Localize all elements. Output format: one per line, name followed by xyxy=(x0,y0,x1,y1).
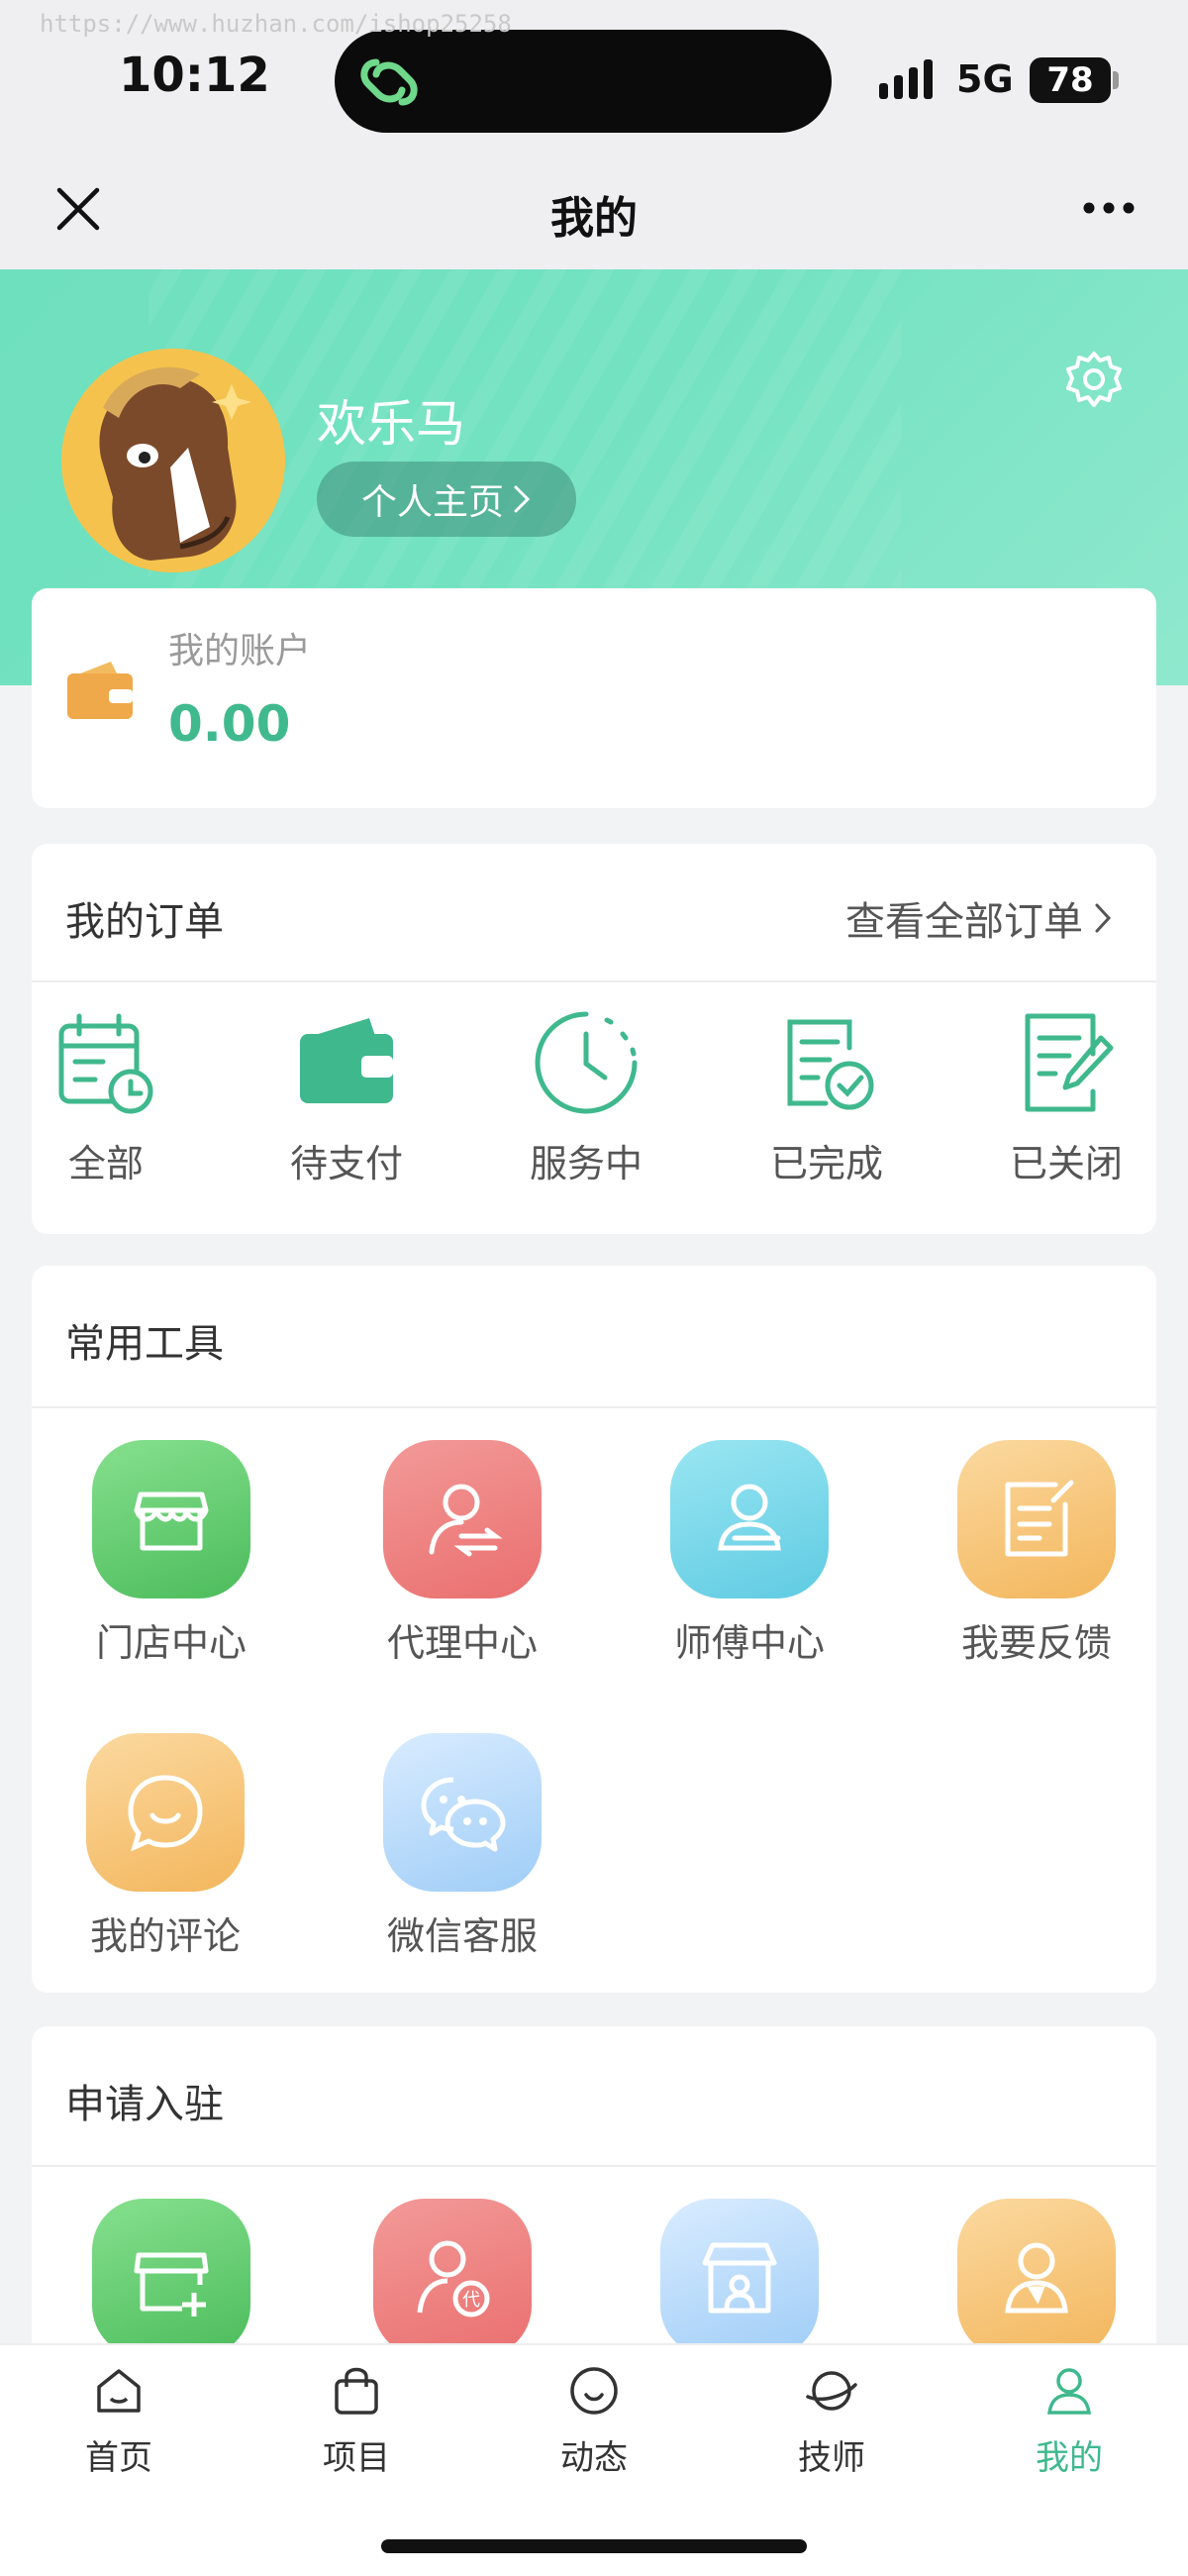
signal-icon xyxy=(879,59,933,99)
shop-front-icon xyxy=(702,2242,777,2314)
order-completed[interactable]: 已完成 xyxy=(742,1008,911,1187)
worker-icon xyxy=(1005,2242,1068,2314)
orders-title: 我的订单 xyxy=(65,899,224,945)
horse-avatar-icon xyxy=(61,349,285,572)
view-all-orders-link[interactable]: 查看全部订单 xyxy=(845,889,1113,947)
apply-worker[interactable] xyxy=(933,2199,1140,2357)
tool-store-center-label: 门店中心 xyxy=(95,1621,247,1665)
tab-moments-label: 动态 xyxy=(560,2438,628,2478)
store-add-tile xyxy=(92,2199,250,2357)
divider xyxy=(32,1406,1156,1408)
tool-my-comments-label: 我的评论 xyxy=(89,1914,241,1958)
apply-store[interactable] xyxy=(67,2199,275,2357)
tool-agent-center-label: 代理中心 xyxy=(386,1621,538,1665)
divider xyxy=(32,2165,1156,2167)
order-in-service-label: 服务中 xyxy=(529,1142,643,1185)
order-in-service[interactable]: 服务中 xyxy=(502,1008,670,1187)
order-closed-label: 已关闭 xyxy=(1009,1142,1123,1185)
master-tile xyxy=(670,1440,829,1598)
chevron-right-icon xyxy=(1095,903,1112,933)
home-indicator[interactable] xyxy=(381,2539,807,2553)
order-pending-payment[interactable]: 待支付 xyxy=(262,1008,431,1187)
tools-title: 常用工具 xyxy=(65,1321,224,1367)
face-icon xyxy=(570,2367,618,2415)
chevron-right-icon xyxy=(514,485,531,513)
agent-badge-icon: 代 xyxy=(417,2240,490,2318)
divider xyxy=(32,980,1156,982)
personal-homepage-label: 个人主页 xyxy=(360,482,504,523)
avatar[interactable] xyxy=(61,349,285,572)
tool-master-center[interactable]: 师傅中心 xyxy=(645,1440,853,1667)
orders-card: 我的订单 查看全部订单 全部 待支付 服务中 已完成 已关闭 xyxy=(32,844,1156,1234)
account-balance: 0.00 xyxy=(168,695,291,753)
document-edit-icon xyxy=(1025,1013,1114,1112)
tab-home-label: 首页 xyxy=(85,2438,152,2478)
tool-master-center-label: 师傅中心 xyxy=(673,1621,825,1665)
network-type: 5G xyxy=(956,57,1014,101)
order-all[interactable]: 全部 xyxy=(22,1008,190,1187)
user-icon xyxy=(1046,2368,1092,2415)
apply-agent[interactable]: 代 xyxy=(348,2199,556,2357)
gear-icon[interactable] xyxy=(1063,349,1125,410)
store-tile xyxy=(92,1440,250,1598)
tab-moments[interactable]: 动态 xyxy=(515,2363,673,2479)
tab-home[interactable]: 首页 xyxy=(40,2363,198,2479)
tool-wechat-service-label: 微信客服 xyxy=(386,1914,538,1958)
order-completed-label: 已完成 xyxy=(769,1142,883,1185)
worker-tile xyxy=(957,2199,1116,2357)
clock-icon xyxy=(535,1011,638,1114)
feedback-tile xyxy=(957,1440,1116,1598)
home-icon xyxy=(97,2369,141,2413)
master-icon xyxy=(718,1484,781,1551)
comment-icon xyxy=(128,1775,203,1852)
app-activity-icon xyxy=(360,58,418,106)
bag-icon xyxy=(335,2367,378,2415)
battery-tip xyxy=(1113,71,1119,89)
wechat-tile xyxy=(383,1733,542,1892)
status-time: 10:12 xyxy=(119,48,270,103)
document-check-icon xyxy=(787,1019,874,1110)
tool-store-center[interactable]: 门店中心 xyxy=(67,1440,275,1667)
tab-technicians[interactable]: 技师 xyxy=(752,2363,911,2479)
tab-technicians-label: 技师 xyxy=(798,2438,865,2478)
order-closed[interactable]: 已关闭 xyxy=(982,1008,1150,1187)
order-all-label: 全部 xyxy=(67,1142,144,1185)
tab-projects-label: 项目 xyxy=(323,2438,390,2478)
comment-tile xyxy=(86,1733,245,1892)
watermark-url: https://www.huzhan.com/ishop25258 xyxy=(40,10,512,38)
tool-agent-center[interactable]: 代理中心 xyxy=(358,1440,566,1667)
apply-title: 申请入驻 xyxy=(65,2082,224,2127)
page-title: 我的 xyxy=(550,193,638,244)
wallet-icon xyxy=(67,662,133,719)
more-icon[interactable] xyxy=(1081,198,1137,218)
wechat-icon xyxy=(421,1777,506,1852)
planet-icon xyxy=(806,2371,857,2411)
wallet-icon xyxy=(300,1018,393,1103)
svg-text:代: 代 xyxy=(462,2290,480,2311)
tab-mine[interactable]: 我的 xyxy=(990,2363,1148,2479)
tab-mine-label: 我的 xyxy=(1036,2438,1103,2478)
agent-tile xyxy=(383,1440,542,1598)
agent-icon xyxy=(429,1484,503,1557)
order-pending-payment-label: 待支付 xyxy=(289,1142,403,1185)
tool-feedback-label: 我要反馈 xyxy=(960,1621,1112,1665)
tab-projects[interactable]: 项目 xyxy=(277,2363,436,2479)
store-add-icon xyxy=(134,2252,209,2317)
personal-homepage-button[interactable]: 个人主页 xyxy=(317,462,576,537)
tool-wechat-service[interactable]: 微信客服 xyxy=(358,1733,566,1960)
agent-badge-tile: 代 xyxy=(373,2199,532,2357)
apply-shop[interactable] xyxy=(636,2199,843,2357)
account-card[interactable]: 我的账户 0.00 xyxy=(32,588,1156,808)
tool-my-comments[interactable]: 我的评论 xyxy=(61,1733,269,1960)
store-icon xyxy=(134,1492,209,1551)
view-all-orders-label: 查看全部订单 xyxy=(845,899,1083,945)
tool-feedback[interactable]: 我要反馈 xyxy=(933,1440,1140,1667)
account-label: 我的账户 xyxy=(168,631,312,671)
tools-card: 常用工具 门店中心 代理中心 师傅中心 我要反馈 我的评论 微信客服 xyxy=(32,1266,1156,1993)
battery-level: 78 xyxy=(1030,57,1111,103)
feedback-icon xyxy=(1005,1480,1074,1557)
username: 欢乐马 xyxy=(317,395,465,453)
calendar-clock-icon xyxy=(58,1013,153,1114)
shop-front-tile xyxy=(660,2199,819,2357)
